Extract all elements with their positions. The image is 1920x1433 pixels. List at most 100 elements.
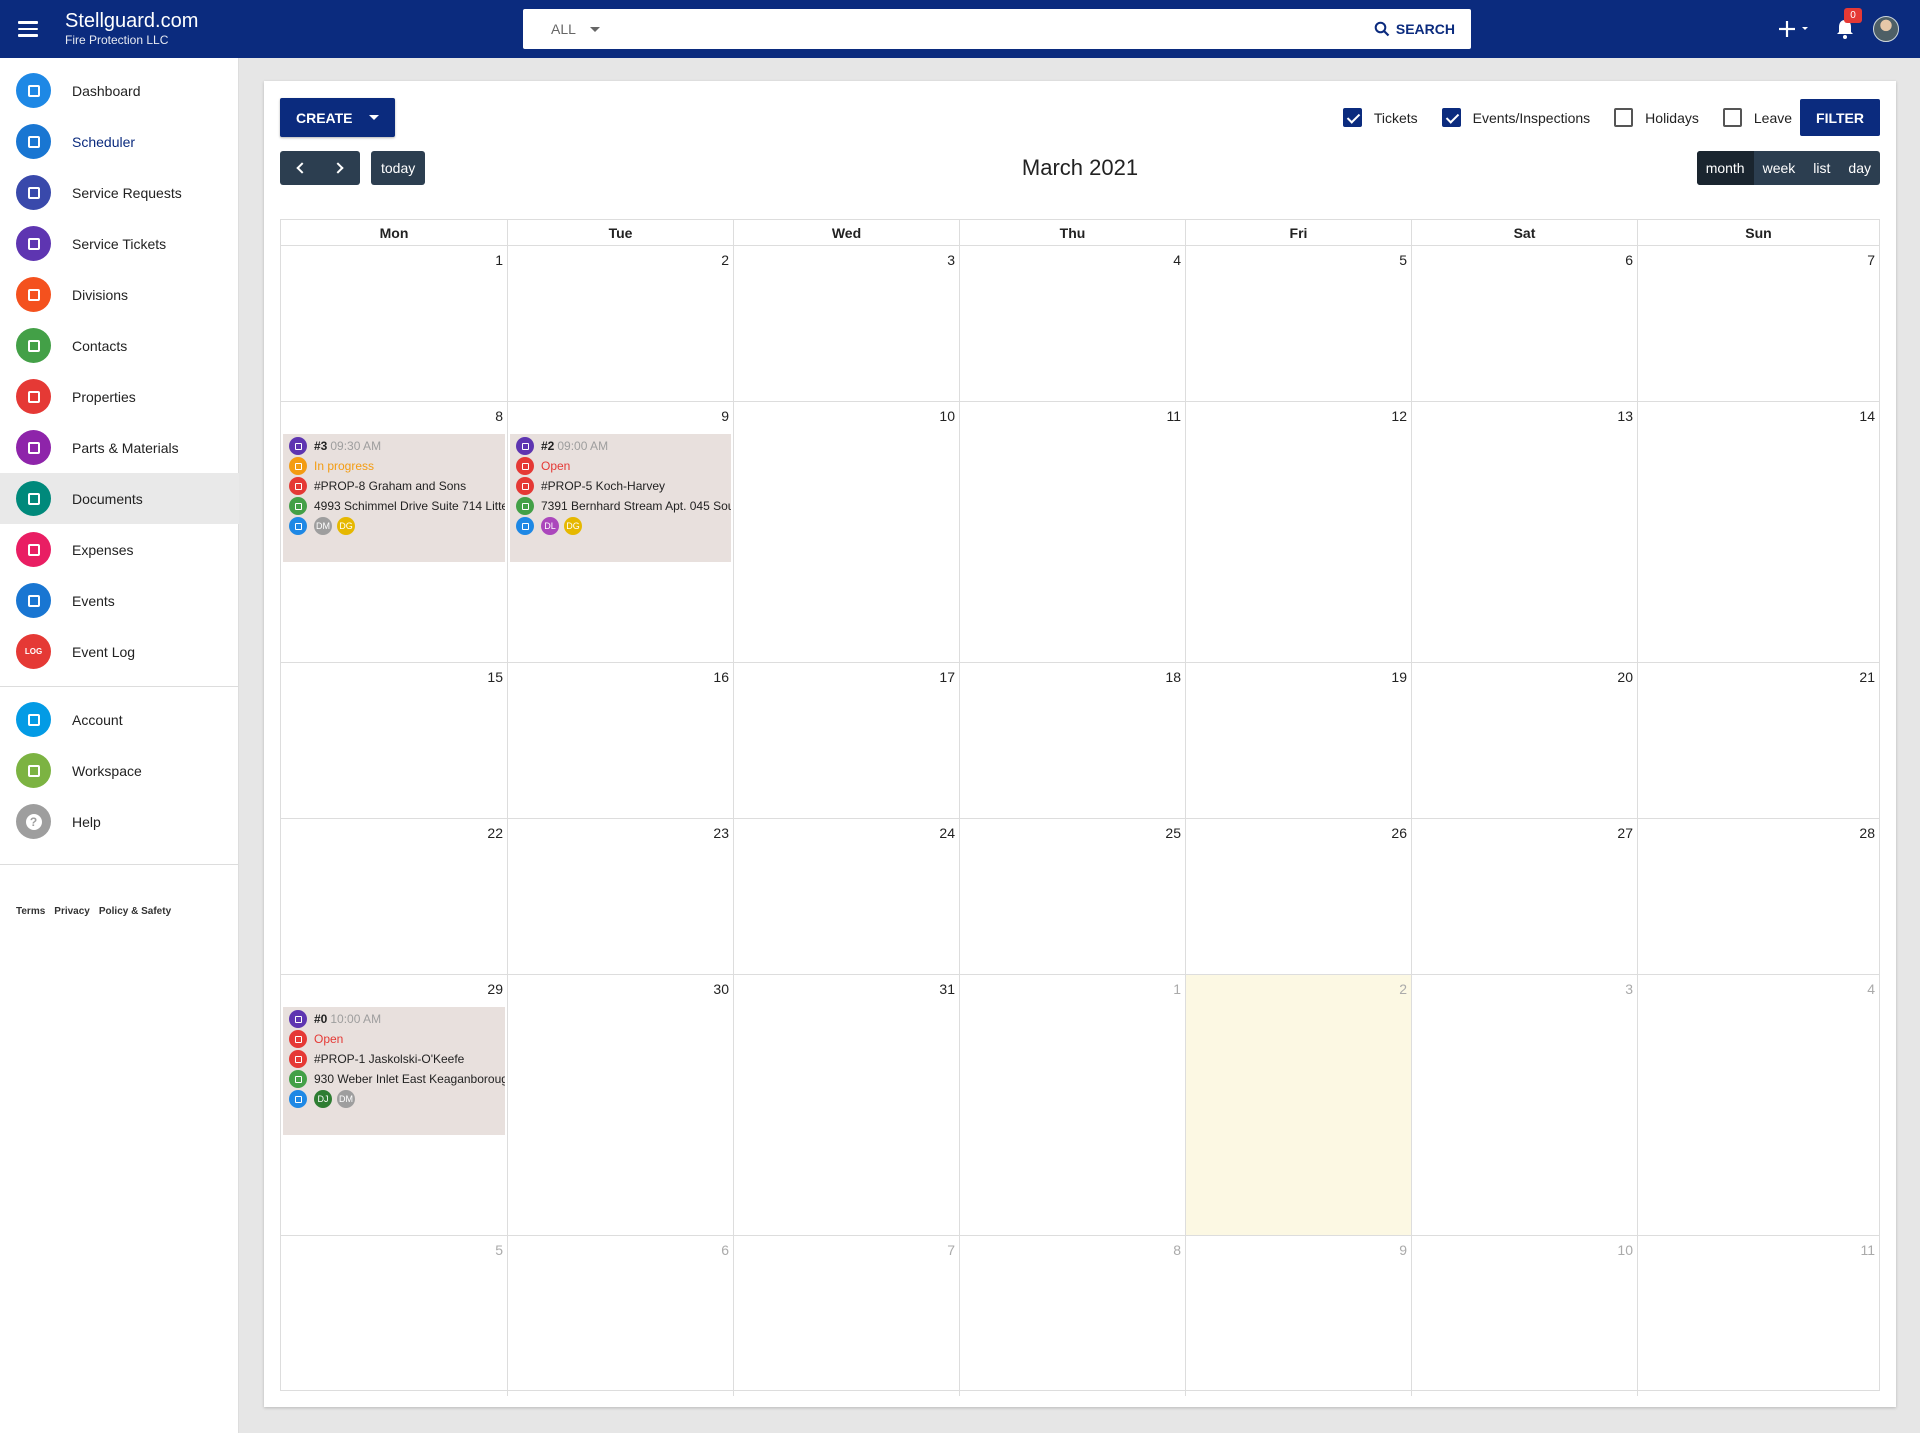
assignee-avatar[interactable]: DL [541,517,559,535]
day-number[interactable]: 30 [713,981,729,997]
calendar-day-cell[interactable]: 7 [734,1236,960,1396]
view-week-button[interactable]: week [1754,151,1805,185]
calendar-day-cell[interactable]: 3 [1412,975,1638,1235]
day-number[interactable]: 6 [1625,252,1633,268]
sidebar-item-scheduler[interactable]: Scheduler [0,116,239,167]
day-number[interactable]: 7 [1867,252,1875,268]
assignee-avatar[interactable]: DM [314,517,332,535]
day-number[interactable]: 28 [1859,825,1875,841]
quick-add-button[interactable] [1776,16,1816,42]
day-number[interactable]: 17 [939,669,955,685]
filter-events-checkbox[interactable]: Events/Inspections [1441,108,1590,127]
policy-safety-link[interactable]: Policy & Safety [99,906,171,917]
calendar-day-cell[interactable]: 1 [281,246,508,401]
day-number[interactable]: 21 [1859,669,1875,685]
day-number[interactable]: 5 [495,1242,503,1258]
day-number[interactable]: 8 [495,408,503,424]
user-avatar[interactable] [1873,16,1899,42]
sidebar-item-documents[interactable]: Documents [0,473,239,524]
calendar-day-cell[interactable]: 16 [508,663,734,818]
sidebar-item-expenses[interactable]: Expenses [0,524,239,575]
calendar-day-cell[interactable]: 30 [508,975,734,1235]
calendar-day-cell[interactable]: 6 [508,1236,734,1396]
event-card[interactable]: #2 09:00 AM Open #PROP-5 Koch-Harvey 7391 Be… [510,434,731,562]
day-number[interactable]: 11 [1166,408,1181,424]
sidebar-item-service-requests[interactable]: Service Requests [0,167,239,218]
view-month-button[interactable]: month [1696,151,1754,185]
view-list-button[interactable]: list [1804,151,1839,185]
day-number[interactable]: 11 [1860,1242,1875,1258]
sidebar-item-divisions[interactable]: Divisions [0,269,239,320]
sidebar-item-dashboard[interactable]: Dashboard [0,65,239,116]
day-number[interactable]: 1 [1173,981,1181,997]
sidebar-item-contacts[interactable]: Contacts [0,320,239,371]
calendar-day-cell[interactable]: 4 [960,246,1186,401]
sidebar-item-help[interactable]: ? Help [0,796,239,847]
day-number[interactable]: 7 [947,1242,955,1258]
event-card[interactable]: #0 10:00 AM Open #PROP-1 Jaskolski-O'Keefe 9… [283,1007,505,1135]
sidebar-item-workspace[interactable]: Workspace [0,745,239,796]
day-number[interactable]: 1 [495,252,503,268]
filter-holidays-checkbox[interactable]: Holidays [1614,108,1699,127]
search-scope-select[interactable]: ALL [551,21,600,37]
calendar-day-cell[interactable]: 12 [1186,402,1412,662]
calendar-day-cell[interactable]: 17 [734,663,960,818]
day-number[interactable]: 31 [939,981,955,997]
day-number[interactable]: 25 [1165,825,1181,841]
day-number[interactable]: 20 [1617,669,1633,685]
day-number[interactable]: 5 [1399,252,1407,268]
privacy-link[interactable]: Privacy [54,906,90,917]
calendar-day-cell[interactable]: 3 [734,246,960,401]
calendar-day-cell[interactable]: 5 [1186,246,1412,401]
event-card[interactable]: #3 09:30 AM In progress #PROP-8 Graham and … [283,434,505,562]
today-button[interactable]: today [371,151,426,185]
calendar-day-cell[interactable]: 26 [1186,819,1412,974]
calendar-day-cell[interactable]: 15 [281,663,508,818]
calendar-day-cell[interactable]: 11 [1638,1236,1879,1396]
day-number[interactable]: 3 [947,252,955,268]
sidebar-item-account[interactable]: Account [0,694,239,745]
calendar-day-cell[interactable]: 5 [281,1236,508,1396]
calendar-day-cell[interactable]: 13 [1412,402,1638,662]
calendar-day-cell[interactable]: 1 [960,975,1186,1235]
calendar-day-cell[interactable]: 7 [1638,246,1879,401]
create-button[interactable]: CREATE [280,98,395,137]
calendar-day-cell[interactable]: 10 [734,402,960,662]
calendar-day-cell[interactable]: 8 [960,1236,1186,1396]
day-number[interactable]: 15 [487,669,503,685]
calendar-day-cell[interactable]: 10 [1412,1236,1638,1396]
calendar-day-cell[interactable]: 8 #3 09:30 AM In progress #PROP-8 Graham and… [281,402,508,662]
day-number[interactable]: 4 [1867,981,1875,997]
search-input[interactable] [599,9,1374,49]
sidebar-item-parts-materials[interactable]: Parts & Materials [0,422,239,473]
calendar-day-cell[interactable]: 28 [1638,819,1879,974]
brand[interactable]: Stellguard.com Fire Protection LLC [65,10,198,48]
sidebar-item-properties[interactable]: Properties [0,371,239,422]
sidebar-item-service-tickets[interactable]: Service Tickets [0,218,239,269]
filter-button[interactable]: FILTER [1800,99,1880,136]
calendar-day-cell[interactable]: 27 [1412,819,1638,974]
sidebar-item-event-log[interactable]: LOG Event Log [0,626,239,677]
day-number[interactable]: 12 [1391,408,1407,424]
day-number[interactable]: 6 [721,1242,729,1258]
day-number[interactable]: 3 [1625,981,1633,997]
day-number[interactable]: 19 [1391,669,1407,685]
assignee-avatar[interactable]: DJ [314,1090,332,1108]
day-number[interactable]: 2 [721,252,729,268]
filter-tickets-checkbox[interactable]: Tickets [1342,108,1418,127]
day-number[interactable]: 13 [1617,408,1633,424]
assignee-avatar[interactable]: DG [564,517,582,535]
assignee-avatar[interactable]: DG [337,517,355,535]
day-number[interactable]: 14 [1859,408,1875,424]
calendar-day-cell[interactable]: 22 [281,819,508,974]
day-number[interactable]: 9 [721,408,729,424]
day-number[interactable]: 4 [1173,252,1181,268]
calendar-day-cell[interactable]: 18 [960,663,1186,818]
calendar-day-cell[interactable]: 24 [734,819,960,974]
calendar-day-cell[interactable]: 9 #2 09:00 AM Open #PROP-5 Koch-Harvey 7391 B… [508,402,734,662]
calendar-day-cell[interactable]: 31 [734,975,960,1235]
day-number[interactable]: 10 [939,408,955,424]
day-number[interactable]: 22 [487,825,503,841]
day-number[interactable]: 23 [713,825,729,841]
prev-month-button[interactable] [280,151,320,185]
